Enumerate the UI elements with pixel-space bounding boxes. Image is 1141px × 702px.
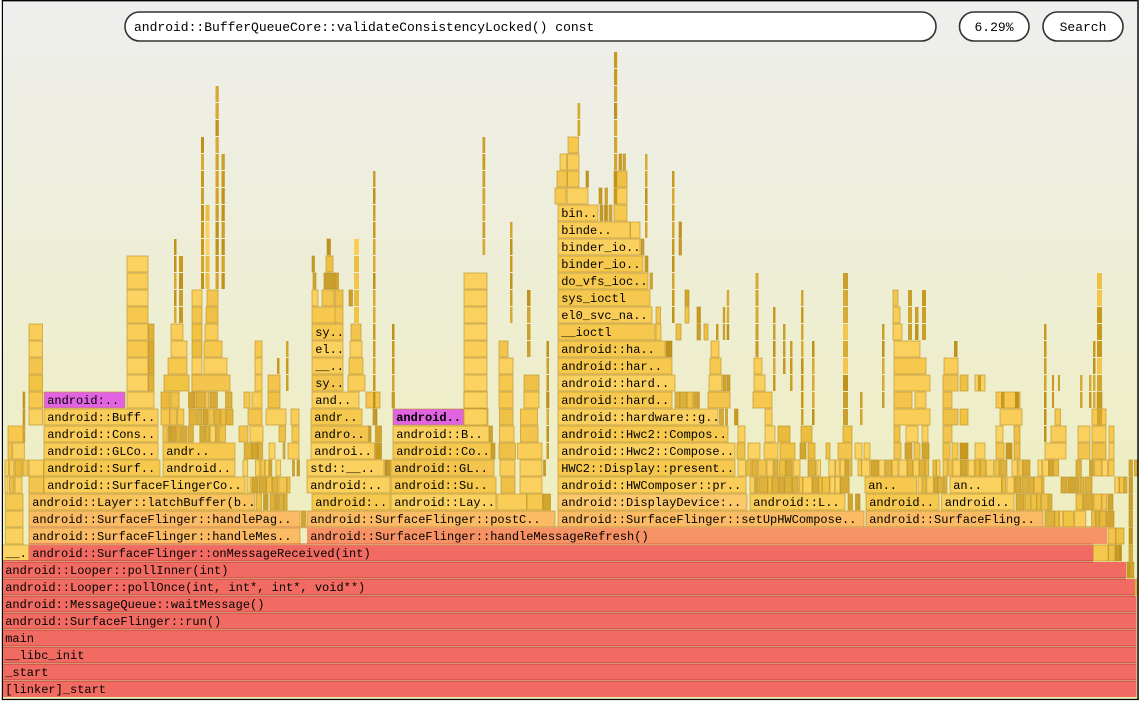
svg-text:el..: el..: [315, 343, 344, 357]
svg-text:android::SurfaceFlinger::handl: android::SurfaceFlinger::handleMes..: [32, 530, 291, 544]
svg-text:android..: android..: [396, 411, 461, 425]
svg-text:android::SurfaceFlinger::onMes: android::SurfaceFlinger::onMessageReceiv…: [32, 547, 370, 561]
svg-text:android::SurfaceFlinger::run(): android::SurfaceFlinger::run(): [5, 615, 221, 629]
svg-text:android::BufferQueueCore::vali: android::BufferQueueCore::validateConsis…: [134, 20, 594, 35]
svg-text:an..: an..: [953, 479, 982, 493]
svg-text:android::Looper::pollInner(int: android::Looper::pollInner(int): [5, 564, 228, 578]
svg-text:binder_io..: binder_io..: [561, 241, 640, 255]
svg-text:android::hard..: android::hard..: [561, 394, 669, 408]
svg-text:android::Hwc2::Compos..: android::Hwc2::Compos..: [561, 428, 727, 442]
svg-text:std::__..: std::__..: [310, 462, 375, 476]
svg-text:android::Surf..: android::Surf..: [47, 462, 155, 476]
svg-text:android::hardware::g..: android::hardware::g..: [561, 411, 719, 425]
svg-text:android::Layer::latchBuffer(b.: android::Layer::latchBuffer(b..: [32, 496, 255, 510]
svg-text:__ioctl: __ioctl: [560, 326, 611, 340]
svg-text:android::Lay..: android::Lay..: [394, 496, 495, 510]
svg-text:andr..: andr..: [166, 445, 209, 459]
svg-text:HWC2::Display::present..: HWC2::Display::present..: [561, 462, 734, 476]
svg-text:do_vfs_ioc..: do_vfs_ioc..: [561, 275, 647, 289]
svg-text:android::B..: android::B..: [396, 428, 482, 442]
svg-text:android::GL..: android::GL..: [394, 462, 488, 476]
svg-text:android::SurfaceFling..: android::SurfaceFling..: [869, 513, 1035, 527]
svg-text:android::SurfaceFlinger::handl: android::SurfaceFlinger::handlePag..: [32, 513, 291, 527]
svg-text:android:..: android:..: [315, 496, 387, 510]
svg-text:android::SurfaceFlingerCo..: android::SurfaceFlingerCo..: [47, 479, 241, 493]
svg-text:android::HWComposer::pr..: android::HWComposer::pr..: [561, 479, 741, 493]
svg-text:__..: __..: [314, 360, 344, 374]
svg-text:android::Hwc2::Compose..: android::Hwc2::Compose..: [561, 445, 734, 459]
svg-text:android::GLCo..: android::GLCo..: [47, 445, 155, 459]
svg-text:android::ha..: android::ha..: [561, 343, 655, 357]
svg-text:sys_ioctl: sys_ioctl: [561, 292, 626, 306]
svg-text:binde..: binde..: [561, 224, 611, 238]
svg-text:and..: and..: [315, 394, 351, 408]
svg-text:sy..: sy..: [315, 377, 344, 391]
svg-text:android..: android..: [945, 496, 1010, 510]
svg-text:android::DisplayDevice:..: android::DisplayDevice:..: [561, 496, 741, 510]
svg-text:android:..: android:..: [310, 479, 382, 493]
svg-text:6.29%: 6.29%: [974, 20, 1013, 35]
svg-text:android::MessageQueue::waitMes: android::MessageQueue::waitMessage(): [5, 598, 264, 612]
svg-text:android::Buff..: android::Buff..: [47, 411, 155, 425]
svg-text:main: main: [5, 632, 34, 646]
svg-text:sy..: sy..: [315, 326, 344, 340]
svg-text:bin..: bin..: [561, 207, 597, 221]
svg-text:android::L..: android::L..: [753, 496, 839, 510]
svg-text:Search: Search: [1060, 20, 1107, 35]
svg-text:an..: an..: [868, 479, 897, 493]
svg-text:__libc_init: __libc_init: [4, 649, 84, 663]
svg-text:android::Cons..: android::Cons..: [47, 428, 155, 442]
svg-text:androi..: androi..: [314, 445, 372, 459]
svg-text:android::SurfaceFlinger::postC: android::SurfaceFlinger::postC..: [310, 513, 540, 527]
svg-text:andr..: andr..: [314, 411, 357, 425]
svg-text:android::SurfaceFlinger::setUp: android::SurfaceFlinger::setUpHWCompose.…: [561, 513, 856, 527]
svg-text:android::Su..: android::Su..: [394, 479, 488, 493]
svg-text:_start: _start: [4, 666, 48, 680]
svg-text:[linker]_start: [linker]_start: [5, 683, 106, 697]
svg-text:android::SurfaceFlinger::handl: android::SurfaceFlinger::handleMessageRe…: [310, 530, 648, 544]
svg-text:android::Looper::pollOnce(int,: android::Looper::pollOnce(int, int*, int…: [5, 581, 365, 595]
svg-text:andro..: andro..: [314, 428, 364, 442]
svg-text:el0_svc_na..: el0_svc_na..: [561, 309, 647, 323]
svg-text:__.: __.: [4, 547, 27, 561]
svg-text:android::hard..: android::hard..: [561, 377, 669, 391]
svg-text:android..: android..: [166, 462, 231, 476]
svg-text:android::har..: android::har..: [561, 360, 662, 374]
svg-text:android::Co..: android::Co..: [396, 445, 490, 459]
svg-text:android..: android..: [869, 496, 934, 510]
svg-text:binder_io..: binder_io..: [561, 258, 640, 272]
svg-text:android:..: android:..: [47, 394, 119, 408]
